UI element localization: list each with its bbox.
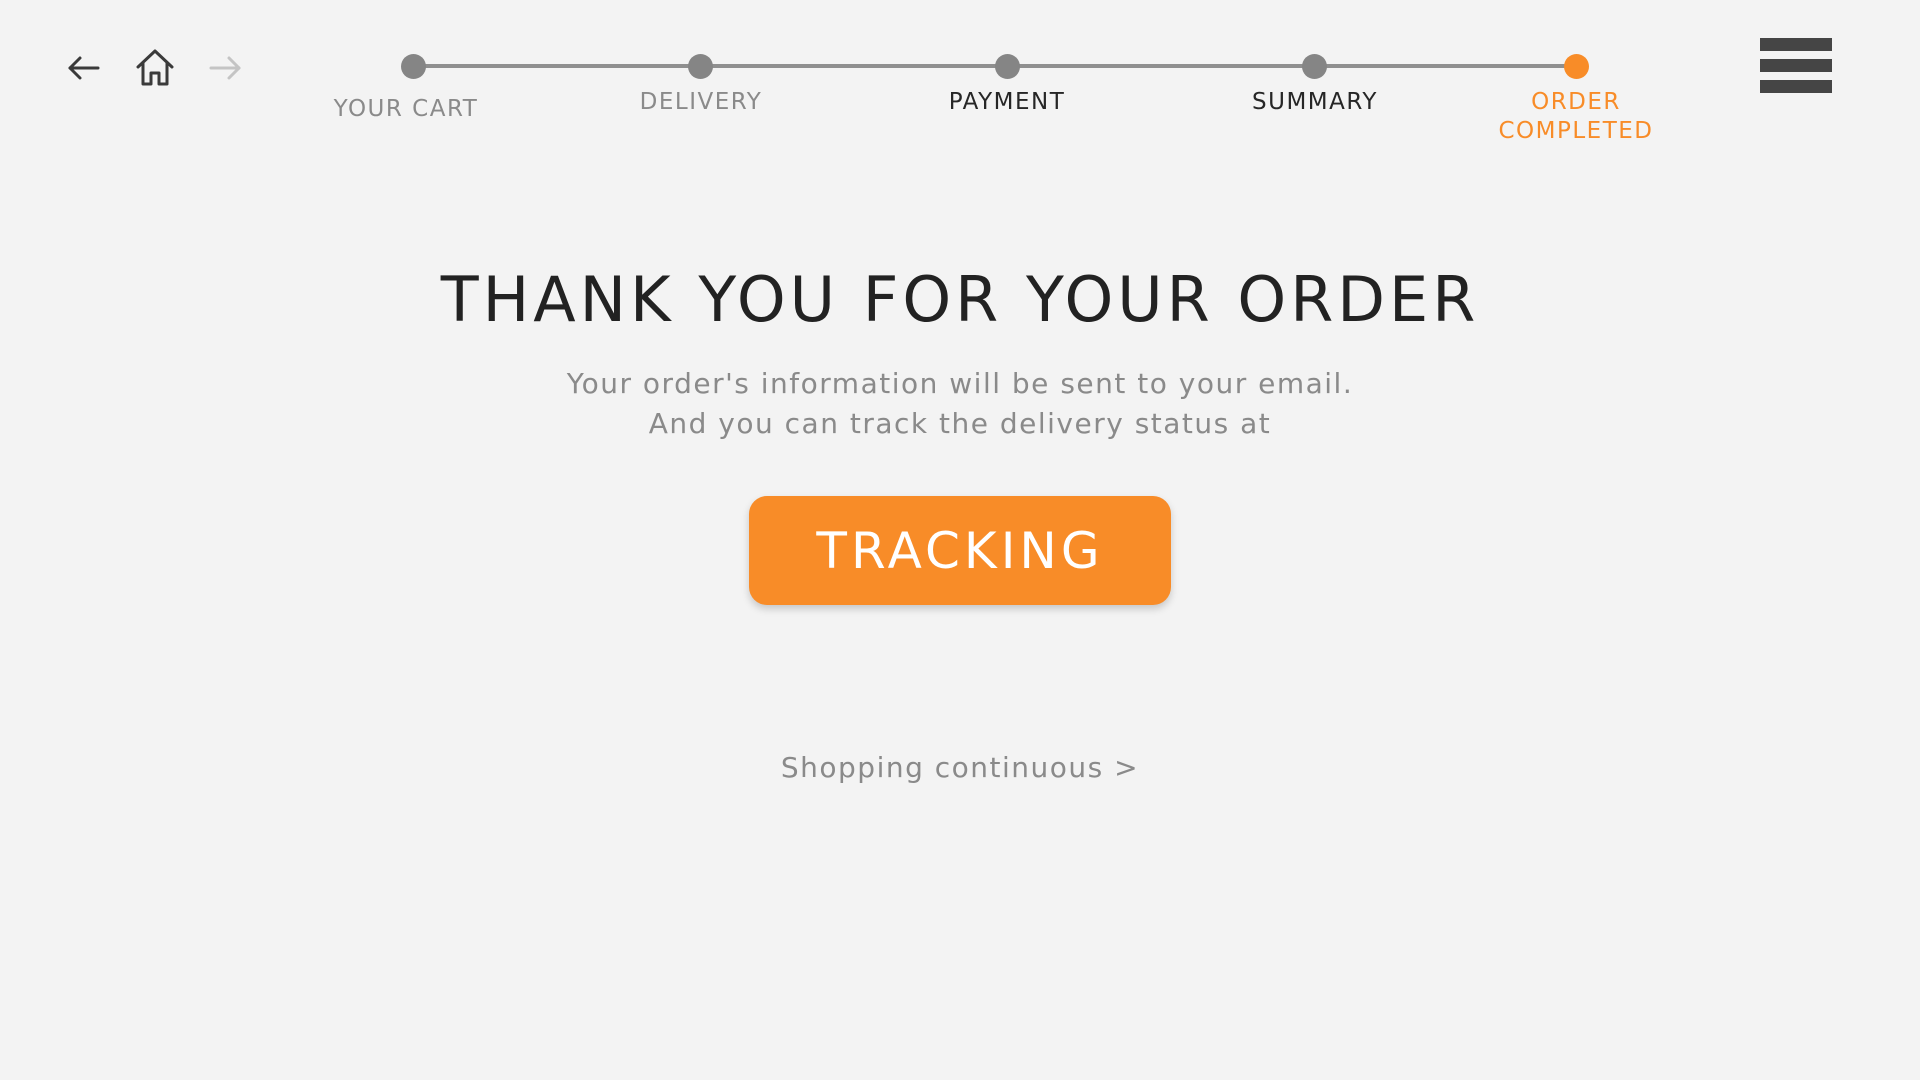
order-completed-page: YOUR CART DELIVERY PAYMENT SUMMARY ORDER… xyxy=(0,0,1920,1080)
step-label-delivery: DELIVERY xyxy=(639,89,763,115)
confirmation-message-line2: And you can track the delivery status at xyxy=(648,407,1272,440)
step-dot-order-completed xyxy=(1563,54,1589,79)
step-label-summary: SUMMARY xyxy=(1252,89,1378,115)
step-dot-your-cart xyxy=(400,54,426,79)
step-label-your-cart: YOUR CART xyxy=(333,96,479,122)
checkout-progress-stepper: YOUR CART DELIVERY PAYMENT SUMMARY ORDER… xyxy=(0,0,1920,160)
step-label-payment: PAYMENT xyxy=(948,89,1066,115)
step-label-order-completed: ORDER COMPLETED xyxy=(1456,88,1696,146)
continue-shopping-link[interactable]: Shopping continuous > xyxy=(0,748,1920,788)
step-dot-payment xyxy=(994,54,1020,79)
step-label-order-completed-line2: COMPLETED xyxy=(1498,118,1654,144)
page-title: THANK YOU FOR YOUR ORDER xyxy=(440,263,1480,336)
step-label-order-completed-line1: ORDER xyxy=(1531,89,1621,115)
tracking-button-label: TRACKING xyxy=(816,521,1104,580)
step-dot-delivery xyxy=(687,54,713,79)
step-dot-summary xyxy=(1301,54,1327,79)
confirmation-message-line1: Your order's information will be sent to… xyxy=(566,367,1354,400)
tracking-button[interactable]: TRACKING xyxy=(749,496,1171,605)
